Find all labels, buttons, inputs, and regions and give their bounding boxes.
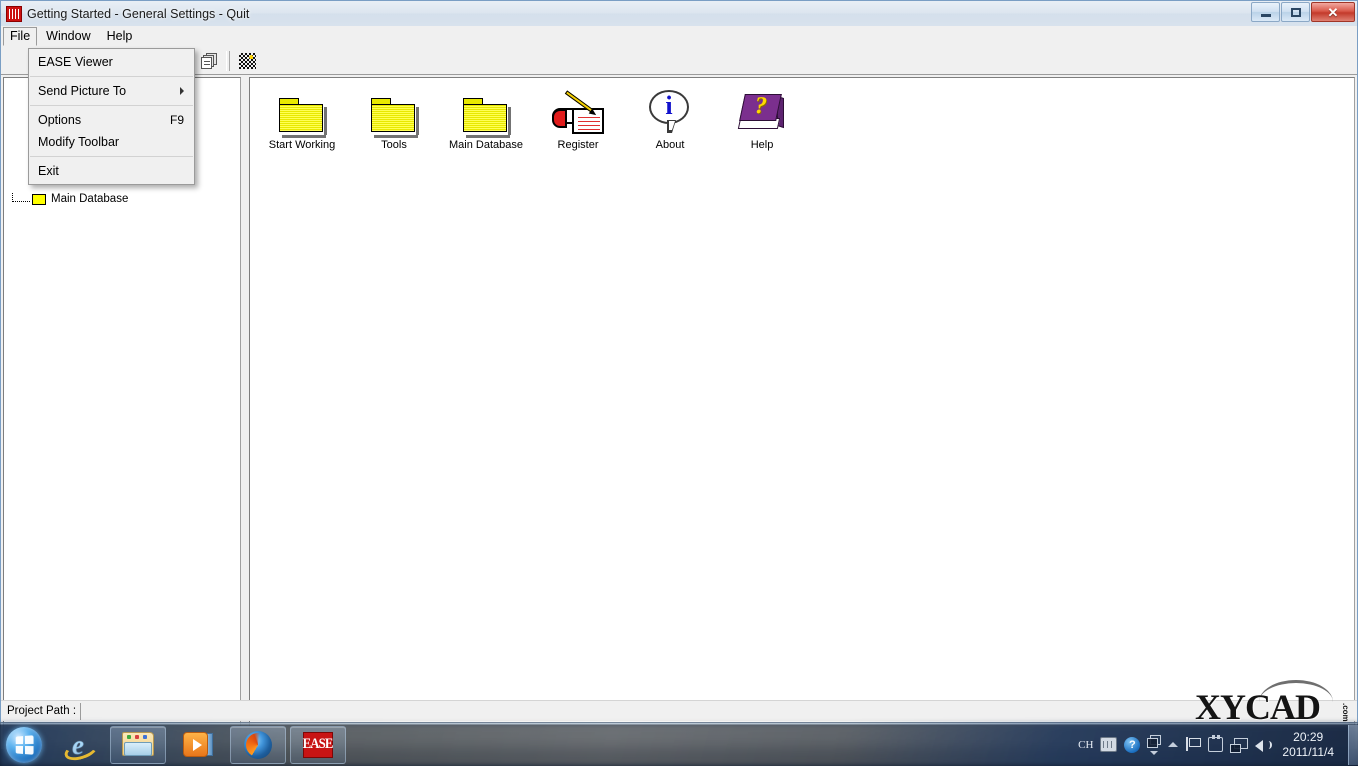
minimize-button[interactable] (1251, 2, 1280, 22)
clock[interactable]: 20:29 2011/11/4 (1278, 730, 1342, 760)
menu-file[interactable]: File (3, 27, 38, 46)
close-button[interactable]: ✕ (1311, 2, 1355, 22)
menu-item-options[interactable]: Options F9 (29, 109, 194, 131)
windows-start-orb-icon (6, 726, 42, 763)
shortcut-label: Start Working (268, 139, 336, 151)
menu-item-label: Exit (38, 164, 59, 178)
system-tray: CH ? 20:29 2011/11/4 (1078, 725, 1346, 765)
taskbar-firefox[interactable] (230, 725, 286, 764)
tree-branch-line (12, 192, 30, 202)
minimize-icon (1260, 13, 1271, 17)
menu-separator (30, 156, 193, 157)
shortcut-main-database[interactable]: Main Database (440, 84, 532, 151)
windows-explorer-icon (122, 731, 154, 758)
ease-application-window: Getting Started - General Settings - Qui… (0, 0, 1358, 749)
network-icon[interactable] (1230, 737, 1249, 753)
restore-icon (1290, 7, 1301, 17)
chevron-right-icon (180, 87, 184, 95)
dither-pattern-icon (238, 52, 256, 69)
project-path-label: Project Path : (7, 705, 77, 717)
help-book-icon: ? (737, 88, 785, 134)
taskbar-internet-explorer[interactable] (50, 726, 106, 764)
shortcut-start-working[interactable]: Start Working (256, 84, 348, 151)
ease-logo-icon (6, 5, 22, 22)
project-path-value (80, 702, 1355, 720)
shortcut-tools[interactable]: Tools (348, 84, 440, 151)
toolbar-copy-button[interactable] (197, 49, 221, 72)
help-icon[interactable]: ? (1124, 736, 1141, 753)
menu-separator (30, 76, 193, 77)
window-controls: ✕ (1251, 2, 1355, 22)
safely-remove-hardware-icon[interactable] (1208, 735, 1224, 752)
windows-flip-icon (1147, 734, 1162, 748)
internet-explorer-icon (63, 730, 93, 760)
register-pen-icon (552, 88, 604, 134)
copy-windows-icon (200, 52, 218, 69)
status-bar: Project Path : (1, 700, 1357, 721)
yellow-folder-icon (32, 193, 46, 205)
info-bubble-icon: i (647, 88, 693, 134)
menu-window[interactable]: Window (39, 27, 97, 46)
folder-icon (371, 88, 419, 138)
clock-time: 20:29 (1293, 729, 1324, 744)
chevron-down-icon (1150, 750, 1159, 755)
windows-media-player-icon (183, 731, 213, 758)
maximize-restore-button[interactable] (1281, 2, 1310, 22)
shortcut-label: Tools (381, 139, 407, 151)
ease-icon-label: EASE (303, 736, 334, 752)
menu-item-accelerator: F9 (169, 113, 184, 127)
show-desktop-button[interactable] (1348, 724, 1358, 765)
window-title: Getting Started - General Settings - Qui… (27, 6, 250, 21)
taskbar-windows-explorer[interactable] (110, 725, 166, 764)
windows-taskbar: EASE CH ? 20:29 2011/11/4 (0, 722, 1358, 766)
mozilla-firefox-icon (244, 730, 272, 759)
folder-icon (463, 88, 511, 138)
shortcut-help[interactable]: ? Help (716, 84, 808, 151)
shortcut-icon-row: Start Working Tools Main Database Regist… (250, 84, 1354, 151)
volume-icon[interactable] (1254, 738, 1273, 752)
shortcut-register[interactable]: Register (532, 84, 624, 151)
taskbar-ease[interactable]: EASE (290, 725, 346, 764)
shortcut-about[interactable]: i About (624, 84, 716, 151)
menu-item-ease-viewer[interactable]: EASE Viewer (29, 51, 194, 73)
toolbar-grip[interactable] (226, 50, 230, 71)
menu-item-label: EASE Viewer (38, 55, 113, 69)
action-center-flag-icon[interactable] (1185, 737, 1202, 752)
menu-bar: File Window Help (1, 26, 1357, 47)
shortcut-label: About (655, 139, 685, 151)
windows-flip-group[interactable] (1147, 734, 1162, 755)
window-body: Main Database Start Working Tools Main D… (1, 75, 1357, 749)
tree-item-main-database[interactable]: Main Database (4, 192, 240, 206)
menu-item-label: Modify Toolbar (38, 135, 120, 149)
tree-item-label: Main Database (51, 193, 129, 205)
keyboard-icon[interactable] (1100, 737, 1118, 752)
show-hidden-icons-icon[interactable] (1168, 742, 1179, 747)
toolbar (1, 47, 1357, 75)
desktop-background: ✕ ▾ Getting Started - General Settings -… (0, 0, 1358, 766)
menu-separator (30, 105, 193, 106)
panel-splitter[interactable] (241, 75, 249, 749)
file-dropdown-menu: EASE Viewer Send Picture To Options F9 M… (28, 48, 195, 185)
close-icon: ✕ (1327, 4, 1339, 20)
clock-date: 2011/11/4 (1282, 744, 1334, 759)
start-button[interactable] (2, 725, 46, 765)
toolbar-dither-button[interactable] (235, 49, 259, 72)
title-bar: Getting Started - General Settings - Qui… (1, 1, 1357, 26)
input-method-indicator[interactable]: CH (1078, 739, 1093, 751)
menu-item-label: Options (38, 113, 82, 127)
shortcut-icon-strip: Start Working Tools Main Database Regist… (250, 78, 1354, 614)
menu-item-exit[interactable]: Exit (29, 160, 194, 182)
shortcut-label: Main Database (449, 139, 523, 151)
shortcut-label: Register (557, 139, 599, 151)
shortcuts-panel: Start Working Tools Main Database Regist… (249, 77, 1355, 747)
menu-item-send-picture-to[interactable]: Send Picture To (29, 80, 194, 102)
ease-icon: EASE (303, 731, 334, 758)
menu-help[interactable]: Help (100, 27, 140, 46)
taskbar-windows-media-player[interactable] (170, 726, 226, 764)
folder-icon (279, 88, 327, 138)
menu-item-modify-toolbar[interactable]: Modify Toolbar (29, 131, 194, 153)
menu-item-label: Send Picture To (38, 84, 127, 98)
shortcut-label: Help (750, 139, 774, 151)
